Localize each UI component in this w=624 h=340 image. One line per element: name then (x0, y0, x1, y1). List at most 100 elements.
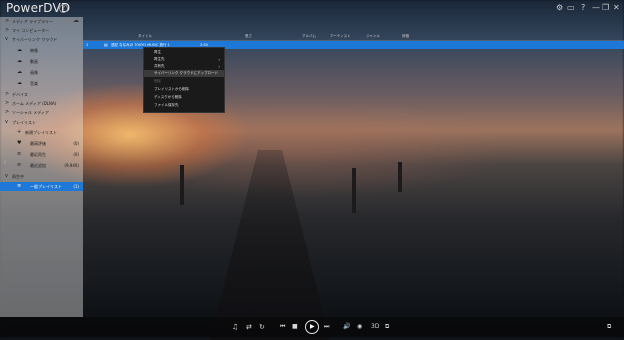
menu-item-delete: 削除 (154, 79, 161, 83)
menu-item-delete-from-disk[interactable]: ディスクから削除 (144, 94, 224, 101)
pier-post (398, 162, 402, 192)
column-header-length[interactable]: 長さ (245, 33, 252, 40)
sidebar-item-count: (9,940) (64, 163, 79, 168)
previous-chapter-icon[interactable]: ⏮ (280, 322, 285, 332)
collapse-sidebar-icon[interactable]: ‹ (3, 158, 7, 168)
menu-item-share-to[interactable]: 共有先 › (144, 63, 224, 70)
chevron-right-icon: > (5, 109, 10, 115)
minimize-button[interactable]: — (592, 3, 600, 12)
title-bar: PowerDVD ? ⚙ ▭ ? — ❐ ✕ (0, 0, 624, 16)
sidebar-item-general-playlist[interactable]: ≡ 一般プレイリスト (1) (0, 182, 83, 191)
sidebar-item-label: 動画 (30, 59, 38, 64)
chevron-right-icon: > (5, 18, 10, 24)
sidebar-item-label: ホーム メディア (DLNA) (12, 101, 57, 106)
cloud-sync-icon[interactable]: ☁ (73, 17, 79, 24)
sidebar-item-label: 画像 (30, 70, 38, 75)
chevron-right-icon: › (218, 64, 220, 69)
playlist-icon: ≡ (17, 162, 22, 168)
sidebar-item-cloud-photos[interactable]: ☁ 画像 (0, 68, 83, 77)
cloud-icon: ☁ (17, 69, 22, 75)
sidebar-item-label: 音楽 (30, 81, 38, 86)
sidebar-item-label: 映像 (30, 48, 38, 53)
sidebar-item-label: 最高評価 (30, 141, 46, 146)
music-mode-icon[interactable]: ♫ (232, 322, 238, 332)
close-button[interactable]: ✕ (613, 3, 620, 12)
menu-item-file-location[interactable]: ファイル保存先 (144, 102, 224, 109)
chevron-right-icon: > (5, 91, 10, 97)
list-header: タイトル 長さ アルバム アーティスト ジャンル 評価 (83, 33, 624, 40)
help-button[interactable]: ? (581, 3, 585, 12)
sidebar-item-playlists[interactable]: v プレイリスト (0, 118, 83, 127)
sidebar-item-label: マイ コンピューター (12, 28, 50, 33)
share-icon[interactable]: ⧉ (385, 322, 389, 332)
menu-item-upload-cloud[interactable]: サイバーリンク クラウドにアップロード (144, 70, 224, 77)
sidebar-item-label: 最近再生 (30, 152, 46, 157)
pier-post (180, 165, 184, 205)
column-header-genre[interactable]: ジャンル (366, 33, 380, 40)
next-icon[interactable]: ⏭ (324, 322, 329, 332)
settings-icon[interactable]: ⚙ (556, 3, 563, 12)
shuffle-icon[interactable]: ⇄ (246, 322, 252, 332)
context-menu: 再生 再生先 › 共有先 › サイバーリンク クラウドにアップロード 削除 プレ… (143, 47, 225, 113)
menu-item-play-to[interactable]: 再生先 › (144, 56, 224, 63)
restore-button[interactable]: ❐ (602, 3, 609, 12)
3d-toggle[interactable]: 3D (371, 322, 379, 332)
sidebar-item-count: (1) (73, 184, 79, 189)
chevron-right-icon: > (5, 27, 10, 33)
chevron-down-icon: v (5, 36, 8, 42)
sidebar: > メディア ライブラリー > マイ コンピューター v サイバーリンク クラウ… (0, 17, 83, 317)
row-index: 1 (86, 43, 89, 47)
sidebar-item-recently-played[interactable]: ≡ 最近再生 (0) (0, 150, 83, 159)
sidebar-item-label: デバイス (12, 92, 28, 97)
sidebar-item-label: 最近追加 (30, 163, 46, 168)
column-header-album[interactable]: アルバム (302, 33, 316, 40)
sidebar-item-social-media[interactable]: > ソーシャル メディア (0, 108, 83, 117)
sidebar-item-devices[interactable]: > デバイス (0, 90, 83, 99)
volume-icon[interactable]: 🔊 (343, 322, 350, 332)
sidebar-item-label: プレイリスト (12, 120, 36, 125)
sidebar-item-label: 新規プレイリスト (25, 130, 57, 135)
sidebar-item-my-computer[interactable]: > マイ コンピューター (0, 26, 83, 35)
column-header-artist[interactable]: アーティスト (330, 33, 351, 40)
repeat-icon[interactable]: ↻ (259, 322, 265, 332)
chevron-right-icon: › (218, 57, 220, 62)
pier-post (352, 168, 356, 213)
chevron-down-icon: v (5, 119, 8, 125)
sidebar-item-cloud-music[interactable]: ☁ 音楽 (0, 79, 83, 88)
sidebar-item-cloud-movies[interactable]: ☁ 映像 (0, 46, 83, 55)
sidebar-item-label: 再生中 (12, 174, 24, 179)
cloud-icon: ☁ (17, 47, 22, 53)
play-button[interactable]: ▶ (305, 320, 319, 334)
sidebar-item-media-library[interactable]: > メディア ライブラリー (0, 17, 83, 26)
sidebar-item-count: (0) (73, 141, 79, 146)
sidebar-item-top-rated[interactable]: ♥ 最高評価 (0) (0, 139, 83, 148)
sidebar-item-label: メディア ライブラリー (12, 19, 53, 24)
sidebar-item-label: サイバーリンク クラウド (12, 37, 58, 42)
playlist-icon: ≡ (17, 151, 22, 157)
heart-icon: ♥ (17, 140, 22, 146)
view-icon[interactable]: ◉ (357, 322, 362, 332)
stop-icon[interactable]: ■ (292, 322, 298, 332)
help-icon[interactable]: ? (59, 4, 68, 13)
plus-icon: + (17, 129, 22, 135)
sidebar-item-new-playlist[interactable]: + 新規プレイリスト (0, 128, 83, 137)
column-header-rating[interactable]: 評価 (402, 33, 409, 40)
sidebar-item-label: ソーシャル メディア (12, 110, 49, 115)
mode-icon[interactable]: ▭ (567, 3, 575, 12)
sidebar-item-count: (0) (73, 152, 79, 157)
sidebar-item-label: 一般プレイリスト (30, 184, 62, 189)
play-icon: ▶ (310, 323, 315, 330)
sidebar-item-now-playing[interactable]: v 再生中 (0, 172, 83, 181)
column-header-title[interactable]: タイトル (138, 33, 152, 40)
cloud-icon: ☁ (17, 58, 22, 64)
menu-item-remove-from-playlist[interactable]: プレイリストから削除 (144, 86, 224, 93)
sidebar-item-home-media[interactable]: > ホーム メディア (DLNA) (0, 99, 83, 108)
track-icon: ▤ (104, 42, 108, 47)
sidebar-item-cloud-videos[interactable]: ☁ 動画 (0, 57, 83, 66)
mini-player-icon[interactable]: ⧉ (607, 322, 611, 332)
sidebar-item-cyberlink-cloud[interactable]: v サイバーリンク クラウド (0, 35, 83, 44)
sidebar-item-recently-added[interactable]: ≡ 最近追加 (9,940) (0, 161, 83, 170)
chevron-right-icon: > (5, 100, 10, 106)
menu-item-play[interactable]: 再生 (144, 49, 224, 56)
playlist-icon: ≡ (17, 183, 22, 189)
